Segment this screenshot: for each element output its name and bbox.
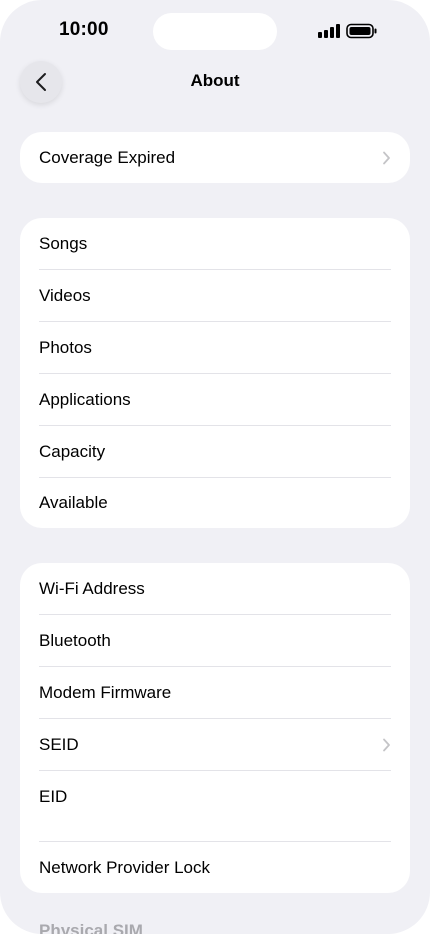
- list-item-wifi-address[interactable]: Wi-Fi Address: [20, 563, 410, 614]
- list-item-label: Bluetooth: [39, 630, 111, 650]
- list-item-bluetooth[interactable]: Bluetooth: [20, 615, 410, 666]
- list-item-label: Photos: [39, 337, 92, 357]
- network-group: Wi-Fi Address Bluetooth Modem Firmware S…: [20, 563, 410, 893]
- media-group: Songs Videos Photos Applications Capacit…: [20, 218, 410, 528]
- battery-icon: [346, 23, 377, 39]
- list-item-label: Songs: [39, 233, 88, 253]
- list-item-label: Applications: [39, 389, 131, 409]
- list-item-label: Available: [39, 493, 108, 512]
- list-item-label: EID: [39, 787, 68, 806]
- list-item-eid[interactable]: EID: [20, 771, 410, 841]
- list-item-network-provider-lock[interactable]: Network Provider Lock: [20, 842, 410, 893]
- cellular-signal-icon: [318, 24, 340, 38]
- phone-screen: 10:00 About Coverage Expired Songs Video…: [0, 0, 430, 934]
- coverage-row[interactable]: Coverage Expired: [20, 132, 410, 183]
- coverage-group: Coverage Expired: [20, 132, 410, 183]
- page-title: About: [190, 71, 240, 90]
- chevron-right-icon: [383, 738, 390, 751]
- list-item-label: Network Provider Lock: [39, 857, 211, 877]
- list-item-label: SEID: [39, 734, 79, 754]
- dynamic-island: [153, 13, 277, 50]
- list-item-modem-firmware[interactable]: Modem Firmware: [20, 667, 410, 718]
- coverage-label: Coverage Expired: [39, 147, 176, 167]
- list-item-label: Modem Firmware: [39, 682, 172, 702]
- list-item-label: Wi-Fi Address: [39, 578, 145, 598]
- list-item-capacity[interactable]: Capacity: [20, 426, 410, 477]
- status-time: 10:00: [59, 19, 109, 40]
- list-item-photos[interactable]: Photos: [20, 322, 410, 373]
- section-header-physical-sim: Physical SIM: [39, 921, 143, 934]
- list-item-label: Videos: [39, 285, 91, 305]
- list-item-available[interactable]: Available: [20, 478, 410, 528]
- chevron-right-icon: [383, 151, 390, 164]
- list-item-applications[interactable]: Applications: [20, 374, 410, 425]
- list-item-seid[interactable]: SEID: [20, 719, 410, 770]
- list-item-videos[interactable]: Videos: [20, 270, 410, 321]
- list-item-songs[interactable]: Songs: [20, 218, 410, 269]
- list-item-label: Capacity: [39, 441, 106, 461]
